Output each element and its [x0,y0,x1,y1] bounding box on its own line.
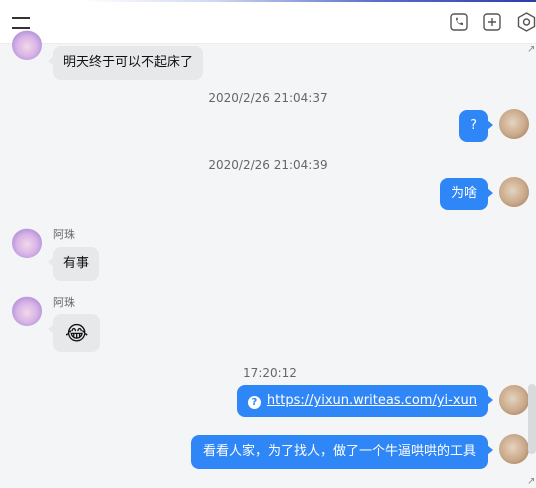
message-text: 为啥 [450,186,477,201]
sender-name: 阿珠 [53,228,75,241]
settings-hexagon-icon[interactable] [517,12,536,32]
message-timestamp: 2020/2/26 21:04:39 [208,158,328,172]
self-avatar[interactable] [499,434,529,464]
message-link[interactable]: https://yixun.writeas.com/yi-xun [267,393,477,408]
outgoing-message-bubble[interactable]: 为啥 [439,178,494,210]
chat-toolbar [0,0,536,44]
message-timestamp: 17:20:12 [243,366,297,380]
phone-icon[interactable] [450,13,468,31]
sender-name: 阿珠 [53,296,75,309]
expand-arrow-icon[interactable]: ↗ [527,476,535,487]
outgoing-link-bubble[interactable]: ? https://yixun.writeas.com/yi-xun [236,385,494,417]
message-list[interactable]: ↗ 明天终于可以不起床了 2020/2/26 21:04:37 ? 2020/2… [0,30,536,488]
incoming-message-bubble[interactable]: 明天终于可以不起床了 [47,46,204,80]
tears-of-joy-emoji: 😂 [65,321,89,345]
contact-avatar[interactable] [12,296,42,326]
outgoing-message-bubble[interactable]: ? [459,110,493,142]
self-avatar[interactable] [499,177,529,207]
self-avatar[interactable] [499,109,529,139]
message-text: 明天终于可以不起床了 [63,55,194,70]
message-timestamp: 2020/2/26 21:04:37 [208,91,328,105]
title-accent-line [0,0,536,2]
outgoing-message-bubble[interactable]: 看看人家，为了找人，做了一个牛逼哄哄的工具 [190,435,494,469]
incoming-message-bubble[interactable]: 😂 [47,314,101,352]
link-preview-icon: ? [247,396,261,409]
hamburger-icon[interactable] [12,16,30,30]
incoming-message-bubble[interactable]: 有事 [47,247,100,281]
collapse-arrow-icon[interactable]: ↗ [527,44,535,55]
add-square-icon[interactable] [483,13,501,31]
message-text: 看看人家，为了找人，做了一个牛逼哄哄的工具 [202,444,476,459]
contact-avatar[interactable] [12,30,42,60]
message-text: ? [470,118,477,133]
self-avatar[interactable] [499,385,529,415]
message-text: 有事 [63,256,90,271]
scrollbar[interactable] [528,384,536,454]
contact-avatar[interactable] [12,228,42,258]
